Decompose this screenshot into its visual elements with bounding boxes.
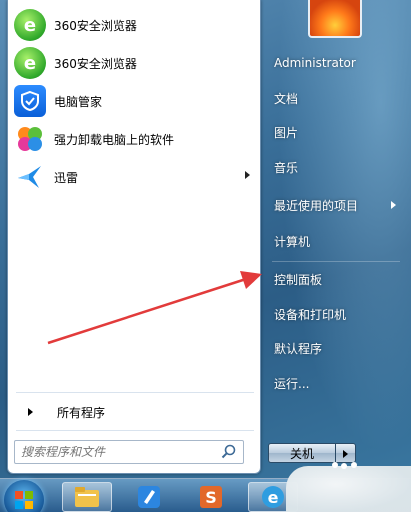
taskbar-item-explorer[interactable] bbox=[62, 482, 112, 512]
explorer-icon bbox=[75, 487, 99, 507]
watermark-cloud bbox=[286, 466, 411, 512]
svg-text:S: S bbox=[205, 488, 217, 507]
start-orb-icon[interactable] bbox=[4, 480, 44, 512]
watermark-dots-icon bbox=[332, 462, 357, 469]
taskbar-item-s-app[interactable]: S bbox=[186, 482, 236, 512]
s-app-icon: S bbox=[200, 486, 222, 508]
pen-icon bbox=[138, 486, 160, 508]
taskbar-item-pen[interactable] bbox=[124, 482, 174, 512]
svg-text:e: e bbox=[268, 488, 279, 507]
ie-browser-icon: e bbox=[262, 486, 284, 508]
annotation-arrow bbox=[47, 271, 262, 345]
